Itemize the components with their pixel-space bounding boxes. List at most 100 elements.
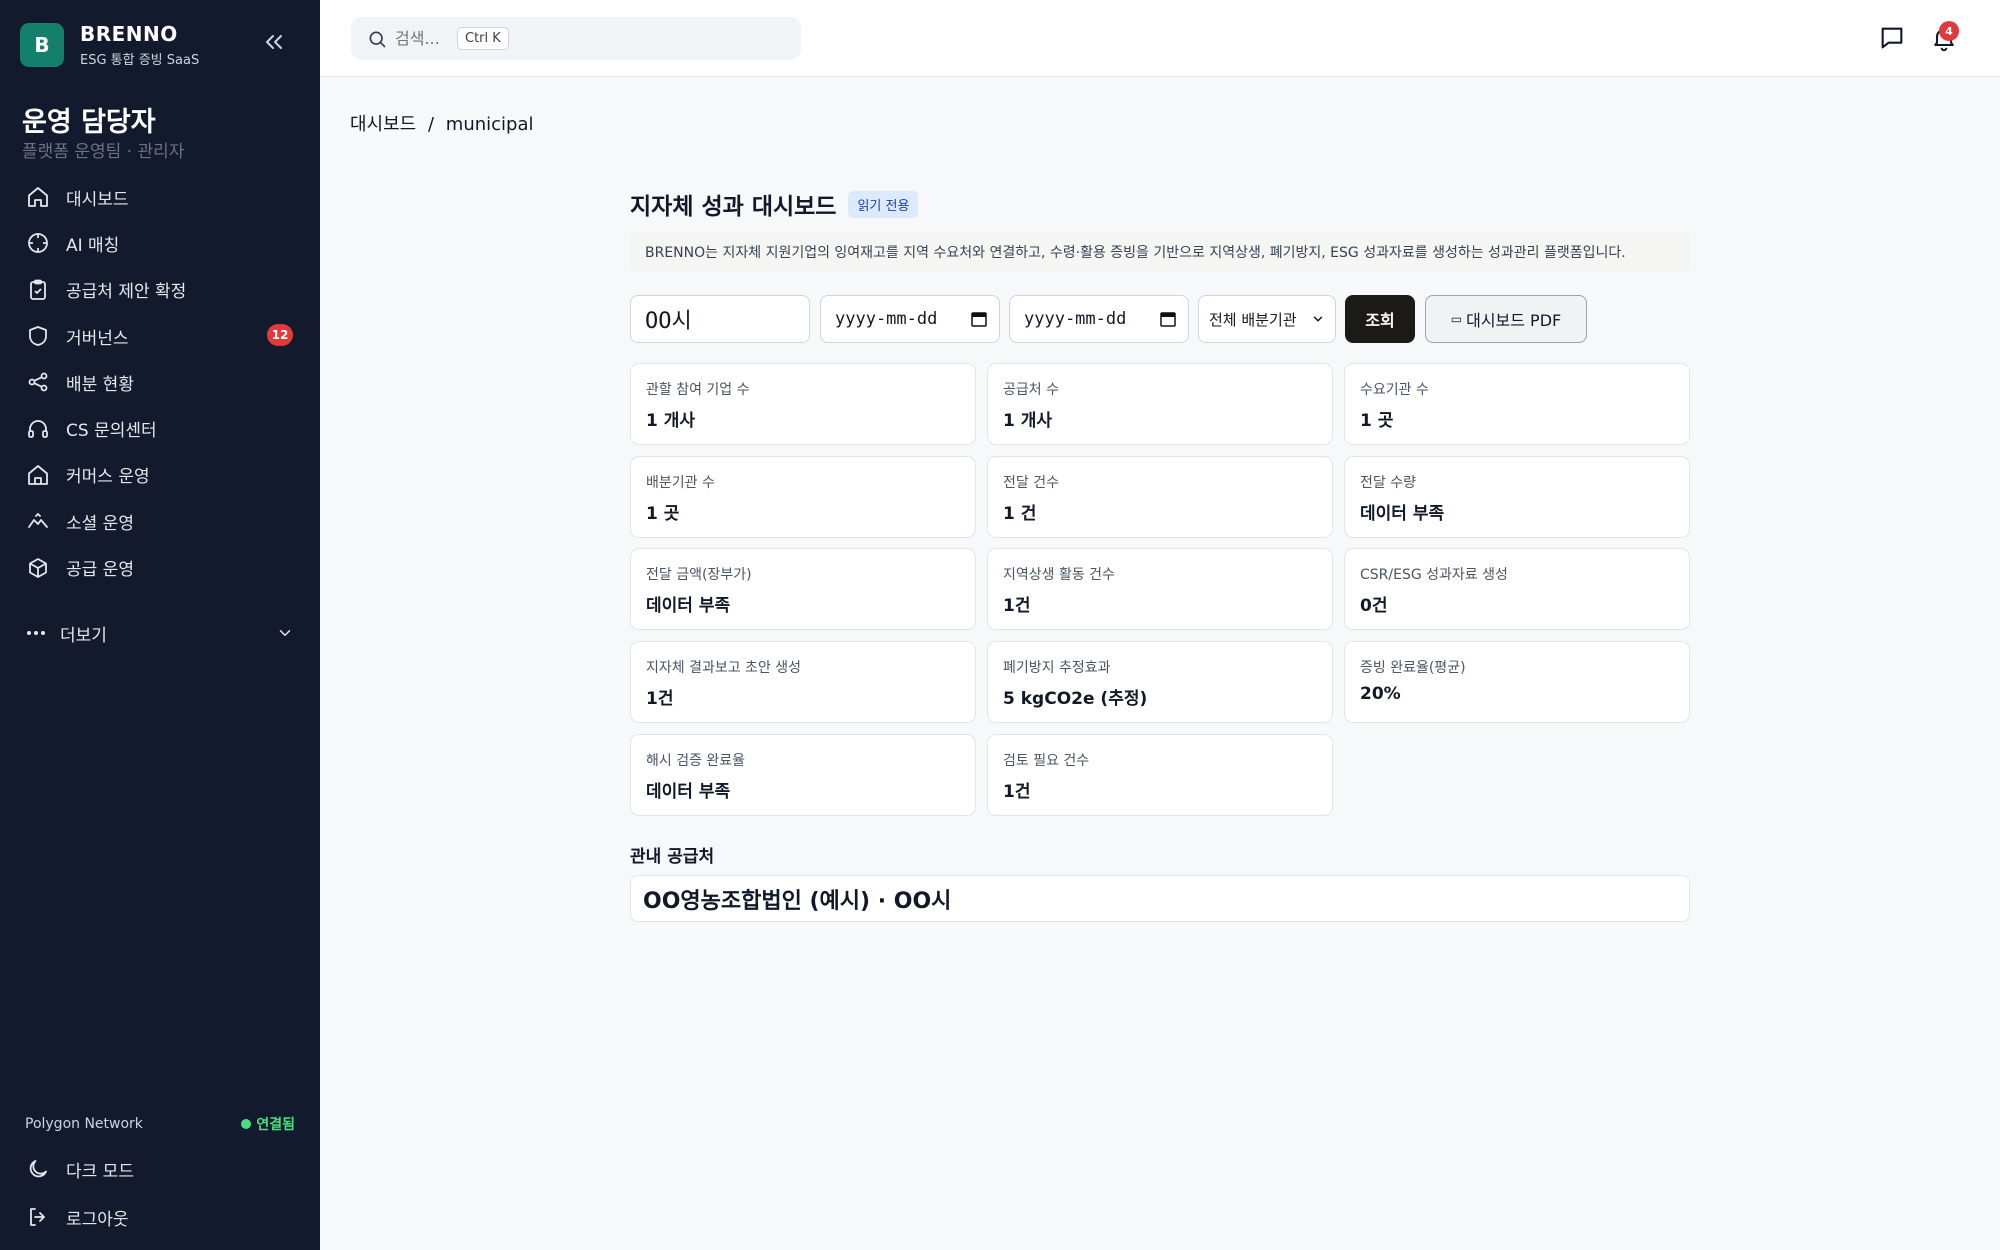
- chevron-down-icon: [1313, 316, 1323, 322]
- more-dots-icon: [27, 631, 45, 635]
- sidebar-item-ai-matching[interactable]: AI 매칭: [0, 220, 320, 266]
- brand[interactable]: B BRENNO ESG 통합 증빙 SaaS: [20, 22, 199, 68]
- start-date-input[interactable]: yyyy-mm-dd: [820, 295, 1000, 343]
- moon-icon: [29, 1160, 47, 1178]
- kpi-label: 폐기방지 추정효과: [1003, 660, 1111, 677]
- message-icon[interactable]: [1878, 24, 1906, 52]
- sidebar-item-supply[interactable]: 공급 운영: [0, 544, 320, 590]
- sidebar-item-cs-center[interactable]: CS 문의센터: [0, 405, 320, 451]
- filter-bar: OO시 yyyy-mm-dd yyyy-mm-dd 전체 배분기관 조회 ▭ 대…: [630, 295, 1690, 343]
- kpi-value: 데이터 부족: [1360, 503, 1445, 524]
- crosshair-icon: [28, 233, 48, 254]
- kpi-card: 공급처 수 1 개사: [987, 363, 1333, 445]
- headphones-icon: [28, 419, 48, 438]
- sidebar-more-label: 더보기: [60, 625, 107, 646]
- user-name: 운영 담당자: [22, 107, 156, 138]
- logout-button[interactable]: 로그아웃: [0, 1194, 320, 1240]
- dashboard-pdf-button[interactable]: ▭ 대시보드 PDF: [1425, 295, 1587, 343]
- kpi-value: 1 건: [1003, 503, 1037, 524]
- suppliers-section-title: 관내 공급처: [630, 847, 715, 867]
- sidebar-item-label: 대시보드: [66, 189, 129, 210]
- search-input[interactable]: [395, 29, 451, 48]
- kpi-card: CSR/ESG 성과자료 생성 0건: [1344, 548, 1690, 631]
- distributor-select[interactable]: 전체 배분기관: [1198, 295, 1336, 343]
- kpi-value: 1 곳: [1360, 411, 1394, 431]
- kpi-card-grid: 관할 참여 기업 수 1 개사 공급처 수 1 개사 수요기관 수 1 곳 배분기관 …: [630, 363, 1690, 816]
- distributor-select-value: 전체 배분기관: [1209, 310, 1297, 329]
- kpi-label: 전달 건수: [1003, 474, 1059, 491]
- user-profile: 운영 담당자 플랫폼 운영팀 · 관리자: [0, 100, 320, 162]
- kpi-value: 1건: [1003, 781, 1031, 802]
- network-status: Polygon Network 연결됨: [25, 1114, 295, 1134]
- kpi-label: 배분기관 수: [646, 474, 715, 491]
- sidebar-item-commerce[interactable]: 커머스 운영: [0, 452, 320, 498]
- breadcrumb-root[interactable]: 대시보드: [350, 114, 416, 135]
- notification-count-badge: 4: [1939, 21, 1959, 41]
- kpi-card: 관할 참여 기업 수 1 개사: [630, 363, 976, 445]
- logout-label: 로그아웃: [66, 1209, 129, 1230]
- start-date-placeholder: yyyy-mm-dd: [835, 309, 938, 329]
- kpi-value: 0건: [1360, 596, 1388, 617]
- sidebar-item-label: 공급처 제안 확정: [66, 282, 187, 303]
- brand-name: BRENNO: [80, 22, 178, 46]
- kpi-value: 1 개사: [646, 411, 696, 431]
- logout-icon: [30, 1208, 45, 1226]
- sidebar-item-dashboard[interactable]: 대시보드: [0, 174, 320, 220]
- supplier-list-item[interactable]: OO영농조합법인 (예시) · OO시: [630, 875, 1690, 922]
- governance-count-badge: 12: [267, 323, 293, 346]
- kpi-card: 해시 검증 완료율 데이터 부족: [630, 733, 976, 816]
- collapse-sidebar-icon[interactable]: [262, 30, 286, 54]
- end-date-input[interactable]: yyyy-mm-dd: [1009, 295, 1189, 343]
- sidebar-nav: 대시보드 AI 매칭 공급처 제안 확정 거버넌스 12 배분 현황 CS 문의…: [0, 174, 320, 591]
- kpi-label: 수요기관 수: [1360, 382, 1429, 398]
- sidebar-item-label: 거버넌스: [66, 328, 129, 349]
- breadcrumb: 대시보드 / municipal: [350, 110, 540, 136]
- sidebar-item-supplier-proposal[interactable]: 공급처 제안 확정: [0, 267, 320, 313]
- kpi-label: 관할 참여 기업 수: [646, 382, 750, 398]
- page-description: BRENNO는 지자체 지원기업의 잉여재고를 지역 수요처와 연결하고, 수령…: [630, 232, 1690, 272]
- sidebar-item-distribution-status[interactable]: 배분 현황: [0, 359, 320, 405]
- search-shortcut-hint: Ctrl K: [457, 27, 509, 50]
- kpi-value: 5 kgCO2e (추정): [1003, 689, 1148, 710]
- clipboard-check-icon: [30, 279, 46, 300]
- kpi-value: 1 곳: [646, 503, 680, 524]
- calendar-icon[interactable]: [1160, 311, 1176, 327]
- store-icon: [28, 465, 48, 485]
- sidebar-more-toggle[interactable]: 더보기: [0, 610, 320, 656]
- kpi-card: 전달 건수 1 건: [987, 455, 1333, 538]
- kpi-card: 전달 금액(장부가) 데이터 부족: [630, 548, 976, 631]
- kpi-label: CSR/ESG 성과자료 생성: [1360, 567, 1508, 584]
- query-button[interactable]: 조회: [1345, 295, 1415, 343]
- document-icon: ▭: [1450, 312, 1463, 326]
- dashboard-pdf-label: 대시보드 PDF: [1466, 311, 1562, 330]
- kpi-label: 지자체 결과보고 초안 생성: [646, 660, 802, 677]
- kpi-label: 공급처 수: [1003, 382, 1059, 398]
- network-name: Polygon Network: [25, 1116, 143, 1132]
- kpi-card: 폐기방지 추정효과 5 kgCO2e (추정): [987, 641, 1333, 724]
- kpi-label: 검토 필요 건수: [1003, 752, 1090, 769]
- sidebar-item-label: 배분 현황: [66, 374, 134, 395]
- region-input[interactable]: OO시: [630, 295, 810, 343]
- global-search[interactable]: Ctrl K: [351, 17, 801, 60]
- sidebar-item-label: 소셜 운영: [66, 513, 134, 534]
- network-connection-status: 연결됨: [241, 1114, 295, 1134]
- kpi-card: 지자체 결과보고 초안 생성 1건: [630, 641, 976, 724]
- kpi-label: 해시 검증 완료율: [646, 752, 746, 769]
- sidebar-item-label: CS 문의센터: [66, 421, 157, 442]
- breadcrumb-separator: /: [427, 114, 435, 135]
- search-icon: [369, 31, 386, 47]
- calendar-icon[interactable]: [971, 311, 987, 327]
- kpi-label: 증빙 완료율(평균): [1360, 660, 1466, 677]
- user-role: 플랫폼 운영팀 · 관리자: [22, 142, 185, 162]
- home-icon: [28, 187, 48, 208]
- breadcrumb-current: municipal: [445, 114, 534, 135]
- kpi-value: 1건: [1003, 596, 1031, 617]
- dark-mode-toggle[interactable]: 다크 모드: [0, 1146, 320, 1192]
- sidebar-item-social[interactable]: 소셜 운영: [0, 498, 320, 544]
- sidebar-item-governance[interactable]: 거버넌스 12: [0, 313, 320, 359]
- kpi-value: 1 개사: [1003, 411, 1053, 431]
- page-title: 지자체 성과 대시보드: [630, 194, 837, 220]
- brand-subtitle: ESG 통합 증빙 SaaS: [80, 53, 200, 68]
- sidebar-item-label: 공급 운영: [66, 560, 134, 581]
- shield-icon: [29, 326, 47, 346]
